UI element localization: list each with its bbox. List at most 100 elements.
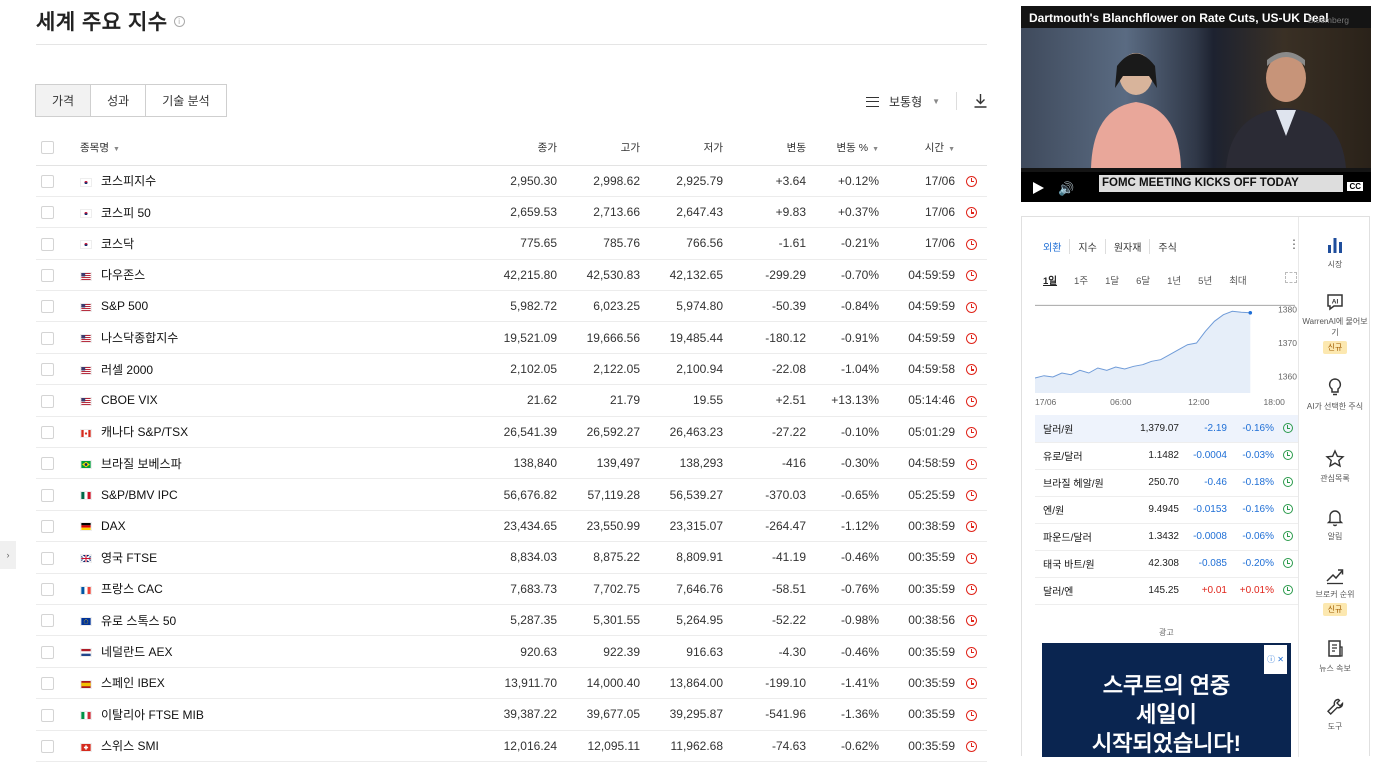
- captions-button[interactable]: CC: [1347, 182, 1363, 191]
- table-row[interactable]: 유로 스톡스 50 5,287.35 5,301.55 5,264.95 -52.22-…: [36, 604, 987, 637]
- row-checkbox[interactable]: [41, 582, 54, 596]
- tab-commodities[interactable]: 원자재: [1106, 239, 1151, 254]
- period-5y[interactable]: 5년: [1198, 273, 1212, 287]
- col-time[interactable]: 시간 ▼: [879, 131, 955, 166]
- table-row[interactable]: S&P 500 5,982.72 6,023.25 5,974.80 -50.39 -0.…: [36, 290, 987, 323]
- table-row[interactable]: 나스닥종합지수 19,521.09 19,666.56 19,485.44 -180.1…: [36, 321, 987, 354]
- tab-indices[interactable]: 지수: [1070, 239, 1106, 254]
- row-checkbox[interactable]: [41, 331, 54, 345]
- name-cell[interactable]: 프랑스 CAC: [80, 573, 380, 605]
- name-cell[interactable]: S&P/BMV IPC: [80, 478, 380, 511]
- play-icon[interactable]: [1033, 182, 1044, 194]
- name-cell[interactable]: 네덜란드 AEX: [80, 635, 380, 668]
- select-all-checkbox[interactable]: [41, 141, 54, 155]
- col-low[interactable]: 저가: [640, 131, 723, 166]
- index-name[interactable]: S&P 500: [101, 299, 148, 313]
- row-checkbox[interactable]: [41, 614, 54, 628]
- row-checkbox[interactable]: [41, 363, 54, 377]
- table-row[interactable]: 다우존스 42,215.80 42,530.83 42,132.65 -299.29 -0…: [36, 259, 987, 292]
- volume-icon[interactable]: 🔊: [1058, 181, 1074, 197]
- index-name[interactable]: CBOE VIX: [101, 393, 158, 407]
- index-name[interactable]: 캐나다 S&P/TSX: [101, 425, 188, 439]
- name-cell[interactable]: 나스닥종합지수: [80, 321, 380, 354]
- index-name[interactable]: 코스닥: [101, 237, 134, 251]
- name-cell[interactable]: 다우존스: [80, 259, 380, 292]
- name-cell[interactable]: 코스피 50: [80, 196, 380, 229]
- index-name[interactable]: 코스피지수: [101, 174, 156, 188]
- name-cell[interactable]: 스위스 SMI: [80, 730, 380, 762]
- row-checkbox[interactable]: [41, 174, 54, 188]
- name-cell[interactable]: 영국 FTSE: [80, 541, 380, 574]
- row-checkbox[interactable]: [41, 237, 54, 251]
- index-name[interactable]: 유로 스톡스 50: [101, 614, 176, 628]
- fx-name[interactable]: 브라질 헤알/원: [1035, 469, 1123, 497]
- index-name[interactable]: 러셀 2000: [101, 363, 153, 377]
- table-row[interactable]: 캐나다 S&P/TSX 26,541.39 26,592.27 26,463.23 -2…: [36, 416, 987, 449]
- row-checkbox[interactable]: [41, 269, 54, 283]
- index-name[interactable]: DAX: [101, 519, 126, 533]
- expand-icon[interactable]: [1285, 272, 1297, 283]
- table-row[interactable]: 스위스 SMI 12,016.24 12,095.11 11,962.68 -74.63…: [36, 730, 987, 762]
- fx-name[interactable]: 엔/원: [1035, 496, 1123, 524]
- tab-stocks[interactable]: 주식: [1150, 239, 1184, 254]
- index-name[interactable]: 코스피 50: [101, 206, 151, 220]
- tab-fx[interactable]: 외환: [1043, 239, 1071, 254]
- name-cell[interactable]: 러셀 2000: [80, 353, 380, 386]
- info-icon[interactable]: i: [173, 15, 185, 27]
- row-checkbox[interactable]: [41, 708, 54, 722]
- ad-info-icon[interactable]: ⓘ ✕: [1264, 645, 1287, 674]
- table-row[interactable]: CBOE VIX 21.62 21.79 19.55 +2.51 +13.13% 05:14…: [36, 384, 987, 417]
- table-row[interactable]: 네덜란드 AEX 920.63 922.39 916.63 -4.30 -0.46% 00:…: [36, 635, 987, 668]
- sidebar-item-trend-up[interactable]: 브로커 순위 신규: [1299, 565, 1371, 616]
- table-row[interactable]: 코스피 50 2,659.53 2,713.66 2,647.43 +9.83 +0.37…: [36, 196, 987, 229]
- period-6m[interactable]: 6달: [1136, 273, 1150, 287]
- name-cell[interactable]: 코스닥: [80, 227, 380, 260]
- view-mode-select[interactable]: 보통형 ▼: [866, 93, 940, 110]
- name-cell[interactable]: S&P 500: [80, 290, 380, 323]
- row-checkbox[interactable]: [41, 677, 54, 691]
- period-1w[interactable]: 1주: [1074, 273, 1088, 287]
- sidebar-item-star[interactable]: 관심목록: [1299, 449, 1371, 484]
- table-row[interactable]: 이탈리아 FTSE MIB 39,387.22 39,677.05 39,295.87…: [36, 698, 987, 731]
- row-checkbox[interactable]: [41, 394, 54, 408]
- fx-name[interactable]: 달러/엔: [1035, 577, 1123, 605]
- sidebar-item-bar-chart[interactable]: 시장: [1299, 235, 1371, 270]
- fx-row[interactable]: 파운드/달러 1.3432 -0.0008 -0.06%: [1035, 523, 1298, 551]
- fx-row[interactable]: 유로/달러 1.1482 -0.0004 -0.03%: [1035, 442, 1298, 470]
- collapse-handle[interactable]: ›: [0, 541, 16, 569]
- col-change[interactable]: 변동: [723, 131, 806, 166]
- table-row[interactable]: 프랑스 CAC 7,683.73 7,702.75 7,646.76 -58.51 -0.…: [36, 573, 987, 605]
- table-row[interactable]: S&P/BMV IPC 56,676.82 57,119.28 56,539.27 -3…: [36, 478, 987, 511]
- name-cell[interactable]: 스페인 IBEX: [80, 667, 380, 700]
- table-row[interactable]: 스페인 IBEX 13,911.70 14,000.40 13,864.00 -199.…: [36, 667, 987, 700]
- name-cell[interactable]: 이탈리아 FTSE MIB: [80, 698, 380, 731]
- fx-row[interactable]: 달러/엔 145.25 +0.01 +0.01%: [1035, 577, 1298, 605]
- name-cell[interactable]: 유로 스톡스 50: [80, 604, 380, 637]
- name-cell[interactable]: 캐나다 S&P/TSX: [80, 416, 380, 449]
- index-name[interactable]: 프랑스 CAC: [101, 582, 163, 596]
- sidebar-item-bell[interactable]: 알림: [1299, 507, 1371, 542]
- name-cell[interactable]: 코스피지수: [80, 165, 380, 197]
- sidebar-item-lightbulb[interactable]: AI가 선택한 주식: [1299, 377, 1371, 412]
- fx-name[interactable]: 태국 바트/원: [1035, 550, 1123, 578]
- period-1d[interactable]: 1일: [1043, 273, 1057, 287]
- table-row[interactable]: DAX 23,434.65 23,550.99 23,315.07 -264.47 -1.…: [36, 510, 987, 543]
- tab-price[interactable]: 가격: [35, 84, 92, 117]
- row-checkbox[interactable]: [41, 488, 54, 502]
- sidebar-item-ai[interactable]: AI WarrenAI에 물어보기 신규: [1299, 292, 1371, 354]
- fx-row[interactable]: 태국 바트/원 42.308 -0.085 -0.20%: [1035, 550, 1298, 578]
- row-checkbox[interactable]: [41, 457, 54, 471]
- index-name[interactable]: 다우존스: [101, 268, 145, 282]
- table-row[interactable]: 코스닥 775.65 785.76 766.56 -1.61 -0.21% 17/06: [36, 227, 987, 260]
- name-cell[interactable]: DAX: [80, 510, 380, 543]
- video-player[interactable]: Dartmouth's Blanchflower on Rate Cuts, U…: [1021, 6, 1371, 202]
- tab-performance[interactable]: 성과: [90, 84, 147, 117]
- tab-technical[interactable]: 기술 분석: [145, 84, 227, 117]
- index-name[interactable]: 영국 FTSE: [101, 551, 157, 565]
- table-row[interactable]: 브라질 보베스파 138,840 139,497 138,293 -416 -0.30% 0…: [36, 447, 987, 480]
- name-cell[interactable]: CBOE VIX: [80, 384, 380, 417]
- row-checkbox[interactable]: [41, 551, 54, 565]
- table-row[interactable]: 영국 FTSE 8,834.03 8,875.22 8,809.91 -41.19 -0.…: [36, 541, 987, 574]
- index-name[interactable]: 나스닥종합지수: [101, 331, 178, 345]
- col-high[interactable]: 고가: [557, 131, 640, 166]
